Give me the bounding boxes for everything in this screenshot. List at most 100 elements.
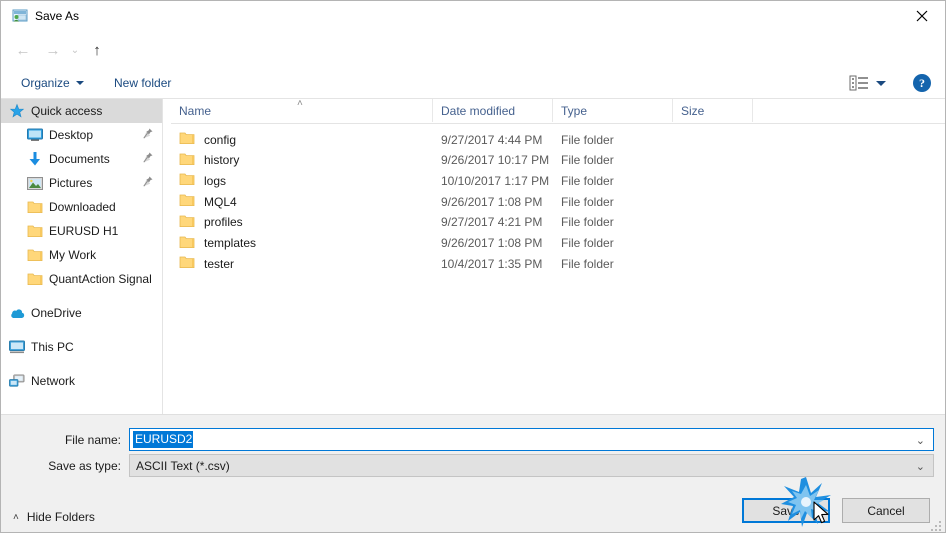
desktop-icon — [27, 127, 43, 143]
folder-icon — [179, 193, 195, 210]
sidebar-item-eurusd-h1[interactable]: EURUSD H1 — [1, 219, 162, 243]
navigation-bar: ← → ⌄ ↑ « › Roaming › MetaQuotes › Termi… — [1, 32, 945, 92]
dialog-body: Quick access Desktop Documents Pictures Down… — [1, 98, 945, 414]
table-row[interactable]: logs 10/10/2017 1:17 PM File folder — [171, 170, 945, 191]
chevron-down-icon[interactable] — [876, 81, 886, 86]
sidebar-item-quantaction-signal[interactable]: QuantAction Signal — [1, 267, 162, 291]
network-icon — [9, 373, 25, 389]
sidebar-item-this-pc[interactable]: This PC — [1, 335, 162, 359]
command-toolbar: Organize New folder ? — [1, 68, 945, 99]
table-row[interactable]: profiles 9/27/2017 4:21 PM File folder — [171, 212, 945, 233]
back-button[interactable]: ← — [11, 38, 35, 62]
close-button[interactable] — [899, 1, 945, 31]
cell-name: logs — [179, 170, 226, 191]
organize-button[interactable]: Organize — [13, 68, 92, 98]
thispc-icon — [9, 339, 25, 355]
new-folder-button[interactable]: New folder — [106, 68, 179, 98]
sidebar-divider — [162, 99, 163, 414]
folder-icon — [179, 172, 195, 189]
documents-icon — [27, 151, 43, 167]
file-name-value[interactable]: EURUSD2 — [133, 431, 194, 448]
sidebar-item-label: Desktop — [49, 128, 94, 142]
cell-name: MQL4 — [179, 191, 237, 212]
table-row[interactable]: history 9/26/2017 10:17 PM File folder — [171, 150, 945, 171]
sidebar-scrollbar[interactable] — [153, 99, 162, 414]
folder-icon — [179, 152, 195, 169]
cell-type: File folder — [561, 256, 614, 271]
pin-icon[interactable] — [143, 152, 153, 166]
folder-icon — [179, 235, 195, 252]
column-header-type[interactable]: Type — [553, 99, 673, 122]
recent-locations-button[interactable]: ⌄ — [67, 38, 83, 62]
hide-folders-button[interactable]: ˄ Hide Folders — [13, 510, 95, 524]
cell-date-modified: 9/27/2017 4:21 PM — [441, 215, 543, 230]
view-layout-icon[interactable] — [849, 75, 869, 91]
column-header-size[interactable]: Size — [673, 99, 753, 122]
cell-type: File folder — [561, 173, 614, 188]
star-icon — [9, 103, 25, 119]
save-as-app-icon — [12, 8, 28, 24]
sidebar-item-label: Quick access — [31, 104, 103, 118]
cell-date-modified: 9/26/2017 1:08 PM — [441, 236, 543, 250]
sidebar-item-label: EURUSD H1 — [49, 224, 119, 238]
sidebar-item-documents[interactable]: Documents — [1, 147, 162, 171]
file-name-input[interactable]: EURUSD2 ⌄ — [129, 428, 934, 451]
sidebar-item-label: My Work — [49, 248, 97, 262]
pin-icon[interactable] — [143, 176, 153, 190]
cell-name: history — [179, 150, 239, 171]
column-header-date-modified[interactable]: Date modified — [433, 99, 553, 122]
bottom-panel: File name: EURUSD2 ⌄ Save as type: ASCII… — [1, 414, 945, 532]
cell-date-modified: 9/27/2017 4:44 PM — [441, 132, 543, 147]
sidebar-item-pictures[interactable]: Pictures — [1, 171, 162, 195]
chevron-down-icon[interactable]: ⌄ — [916, 460, 925, 473]
folder-icon — [27, 271, 43, 287]
table-row[interactable]: templates 9/26/2017 1:08 PM File folder — [171, 233, 945, 254]
chevron-down-icon — [75, 81, 84, 85]
sidebar-item-label: Downloaded — [49, 200, 116, 214]
save-button[interactable]: Save — [742, 498, 830, 523]
cell-type: File folder — [561, 215, 614, 230]
forward-button[interactable]: → — [41, 38, 65, 62]
folder-icon — [27, 199, 43, 215]
cell-date-modified: 9/26/2017 1:08 PM — [441, 194, 543, 209]
sort-ascending-icon: ˄ — [297, 98, 303, 109]
cell-type: File folder — [561, 236, 614, 250]
navigation-sidebar: Quick access Desktop Documents Pictures Down… — [1, 99, 162, 414]
save-as-type-value: ASCII Text (*.csv) — [136, 458, 230, 473]
up-button[interactable]: ↑ — [85, 38, 109, 62]
pictures-icon — [27, 175, 43, 191]
cell-type: File folder — [561, 132, 614, 147]
sidebar-item-my-work[interactable]: My Work — [1, 243, 162, 267]
folder-icon — [179, 214, 195, 231]
sidebar-item-quick-access[interactable]: Quick access — [1, 99, 162, 123]
window-title: Save As — [35, 9, 80, 23]
save-as-dialog: Save As ← → ⌄ ↑ « › Roaming › MetaQuotes… — [0, 0, 946, 533]
sidebar-item-onedrive[interactable]: OneDrive — [1, 301, 162, 325]
cancel-button[interactable]: Cancel — [842, 498, 930, 523]
table-row[interactable]: tester 10/4/2017 1:35 PM File folder — [171, 253, 945, 274]
table-row[interactable]: config 9/27/2017 4:44 PM File folder — [171, 129, 945, 150]
sidebar-item-label: This PC — [31, 340, 74, 354]
save-as-type-select[interactable]: ASCII Text (*.csv) ⌄ — [129, 454, 934, 477]
onedrive-icon — [9, 305, 25, 321]
sidebar-item-downloaded[interactable]: Downloaded — [1, 195, 162, 219]
file-name-text: profiles — [204, 215, 243, 230]
cell-name: templates — [179, 233, 256, 254]
folder-icon — [179, 131, 195, 148]
cell-date-modified: 10/4/2017 1:35 PM — [441, 256, 543, 271]
table-row[interactable]: MQL4 9/26/2017 1:08 PM File folder — [171, 191, 945, 212]
chevron-down-icon[interactable]: ⌄ — [916, 434, 925, 447]
sidebar-item-desktop[interactable]: Desktop — [1, 123, 162, 147]
folder-icon — [179, 255, 195, 272]
file-name-label: File name: — [64, 433, 121, 447]
sidebar-item-network[interactable]: Network — [1, 369, 162, 393]
cell-type: File folder — [561, 153, 614, 168]
sidebar-item-label: Pictures — [49, 176, 93, 190]
pin-icon[interactable] — [143, 128, 153, 142]
column-headers: Name ˄ Date modified Type Size — [171, 98, 945, 124]
help-button[interactable]: ? — [913, 74, 931, 92]
sidebar-item-label: OneDrive — [31, 306, 82, 320]
resize-grip[interactable] — [931, 518, 943, 531]
